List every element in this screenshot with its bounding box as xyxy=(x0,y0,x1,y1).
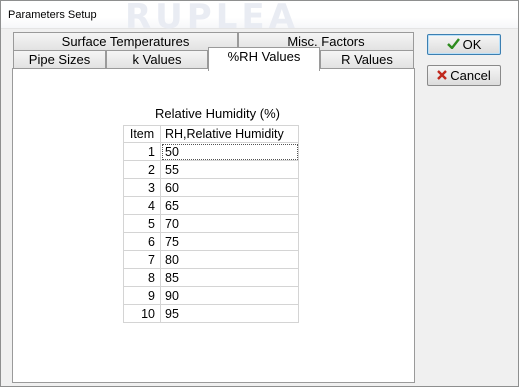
checkmark-icon xyxy=(446,35,460,54)
x-icon xyxy=(437,66,448,85)
row-item-number: 3 xyxy=(123,178,161,197)
row-item-number: 9 xyxy=(123,286,161,305)
tab-k-values[interactable]: k Values xyxy=(106,50,208,68)
rh-value-cell[interactable]: 90 xyxy=(160,286,299,305)
table-row: 10 95 xyxy=(123,304,299,323)
row-item-number: 2 xyxy=(123,160,161,179)
parameters-setup-window: RUPLEA Parameters Setup Surface Temperat… xyxy=(0,0,519,387)
table-row: 8 85 xyxy=(123,268,299,287)
row-item-number: 8 xyxy=(123,268,161,287)
row-item-number: 1 xyxy=(123,142,161,161)
row-item-number: 6 xyxy=(123,232,161,251)
cancel-button-label: Cancel xyxy=(450,68,491,83)
rh-value-cell[interactable]: 65 xyxy=(160,196,299,215)
row-item-number: 5 xyxy=(123,214,161,233)
column-header-rh[interactable]: RH,Relative Humidity xyxy=(160,125,299,143)
rh-value-cell[interactable]: 70 xyxy=(160,214,299,233)
grid-header-row: Item RH,Relative Humidity xyxy=(123,125,299,143)
table-row: 7 80 xyxy=(123,250,299,269)
table-row: 2 55 xyxy=(123,160,299,179)
window-title: Parameters Setup xyxy=(8,9,97,21)
rh-value-cell[interactable]: 95 xyxy=(160,304,299,323)
ok-button-label: OK xyxy=(462,37,482,52)
rh-value-cell[interactable]: 60 xyxy=(160,178,299,197)
rh-value-cell[interactable]: 55 xyxy=(160,160,299,179)
rh-value-cell[interactable]: 85 xyxy=(160,268,299,287)
column-header-item[interactable]: Item xyxy=(123,125,161,143)
rh-value-cell[interactable]: 50 xyxy=(160,142,299,161)
tab-pipe-sizes[interactable]: Pipe Sizes xyxy=(13,50,106,68)
cancel-button[interactable]: Cancel xyxy=(427,65,501,86)
table-row: 4 65 xyxy=(123,196,299,215)
table-row: 3 60 xyxy=(123,178,299,197)
tab-r-values[interactable]: R Values xyxy=(320,50,414,68)
rh-values-grid: Item RH,Relative Humidity 1 50 2 55 3 60… xyxy=(123,125,299,323)
table-row: 1 50 xyxy=(123,142,299,161)
row-item-number: 10 xyxy=(123,304,161,323)
table-row: 9 90 xyxy=(123,286,299,305)
rh-value-cell[interactable]: 80 xyxy=(160,250,299,269)
table-row: 5 70 xyxy=(123,214,299,233)
ok-button[interactable]: OK xyxy=(427,34,501,55)
tab-surface-temperatures[interactable]: Surface Temperatures xyxy=(13,32,238,50)
rh-value-cell[interactable]: 75 xyxy=(160,232,299,251)
tab-rh-values[interactable]: %RH Values xyxy=(208,47,320,71)
row-item-number: 4 xyxy=(123,196,161,215)
table-row: 6 75 xyxy=(123,232,299,251)
title-bar[interactable]: RUPLEA Parameters Setup xyxy=(1,0,518,37)
grid-title: Relative Humidity (%) xyxy=(155,106,280,121)
row-item-number: 7 xyxy=(123,250,161,269)
